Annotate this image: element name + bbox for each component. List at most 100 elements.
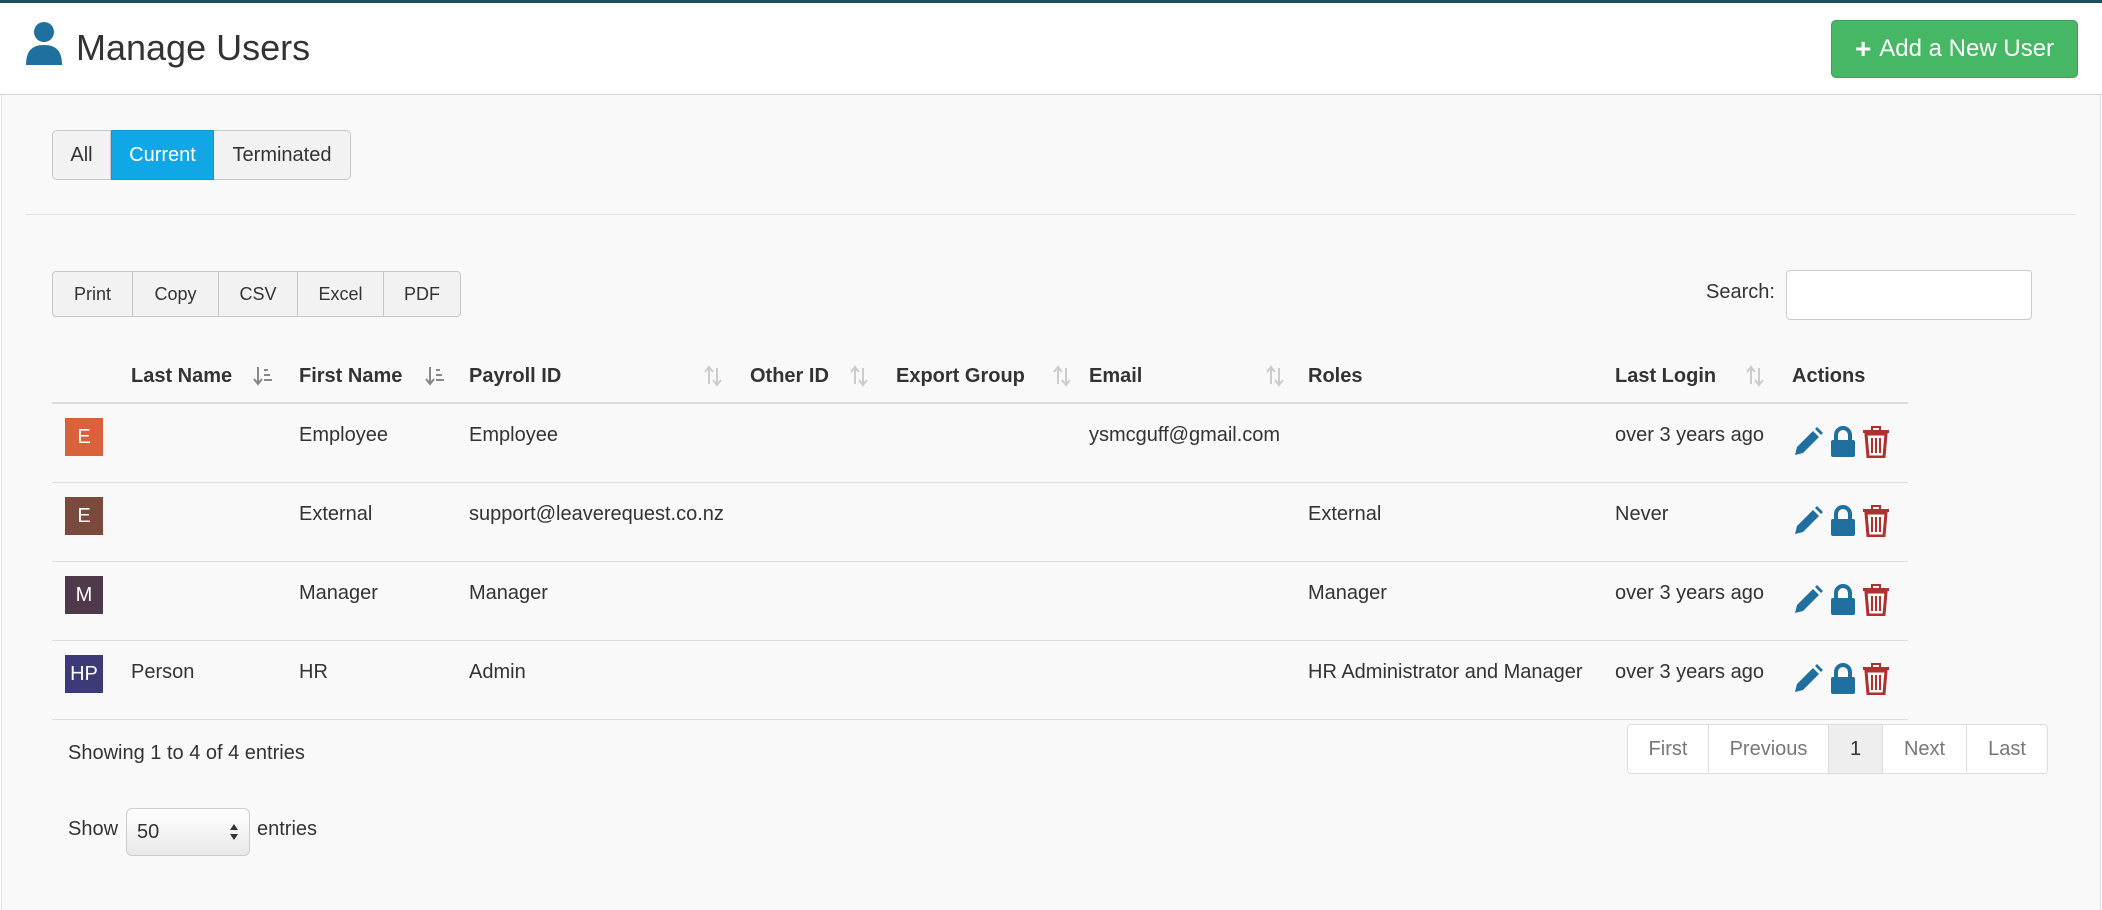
last-name-cell: [131, 562, 299, 582]
column-header-payroll-id[interactable]: Payroll ID: [469, 350, 750, 404]
trash-icon[interactable]: [1862, 663, 1890, 695]
roles-cell: External: [1308, 503, 1382, 525]
column-header-other-id[interactable]: Other ID: [750, 350, 896, 404]
plus-icon: +: [1854, 33, 1872, 64]
last-name-cell: Person: [131, 661, 195, 683]
excel-button[interactable]: Excel: [298, 271, 384, 317]
pagination-page-1[interactable]: 1: [1829, 724, 1883, 774]
print-button[interactable]: Print: [52, 271, 133, 317]
column-header-label: Actions: [1792, 364, 1866, 387]
column-header-label: Last Login: [1615, 364, 1717, 387]
export-group-cell: [896, 404, 1089, 424]
email-cell: [1089, 641, 1308, 661]
edit-pencil-icon[interactable]: [1792, 505, 1824, 537]
first-name-cell: Employee: [299, 424, 388, 446]
trash-icon[interactable]: [1862, 505, 1890, 537]
lock-icon[interactable]: [1830, 584, 1856, 616]
avatar: E: [65, 418, 103, 456]
avatar: E: [65, 497, 103, 535]
column-header-label: Other ID: [750, 364, 829, 387]
pagination-last[interactable]: Last: [1967, 724, 2048, 774]
entries-label: entries: [257, 818, 318, 840]
select-arrows-icon: [230, 824, 238, 840]
sort-ascending-icon: [425, 367, 444, 386]
roles-cell: HR Administrator and Manager: [1308, 661, 1583, 683]
export-group-cell: [896, 483, 1089, 503]
column-header-label: Payroll ID: [469, 364, 562, 387]
email-cell: [1089, 483, 1308, 503]
lock-icon[interactable]: [1830, 663, 1856, 695]
copy-button[interactable]: Copy: [133, 271, 219, 317]
status-filter-group: All Current Terminated: [52, 130, 351, 180]
table-row: E Employee Employee ysmcguff@gmail.com o…: [52, 403, 1908, 483]
pagination-next[interactable]: Next: [1883, 724, 1967, 774]
payroll-id-cell: support@leaverequest.co.nz: [469, 503, 724, 525]
add-new-user-button[interactable]: + Add a New User: [1831, 20, 2078, 78]
page-header: Manage Users + Add a New User: [0, 3, 2102, 95]
column-header-avatar: [52, 350, 131, 404]
page-title: Manage Users: [76, 27, 311, 68]
email-cell: ysmcguff@gmail.com: [1089, 424, 1281, 446]
pdf-button[interactable]: PDF: [384, 271, 461, 317]
trash-icon[interactable]: [1862, 584, 1890, 616]
trash-icon[interactable]: [1862, 426, 1890, 458]
column-header-label: Roles: [1308, 364, 1363, 387]
row-actions: [1792, 404, 1908, 458]
avatar: HP: [65, 655, 103, 693]
pagination-previous[interactable]: Previous: [1709, 724, 1829, 774]
sort-both-icon: [1053, 365, 1071, 387]
filter-terminated-button[interactable]: Terminated: [214, 130, 351, 180]
column-header-first-name[interactable]: First Name: [299, 350, 469, 404]
last-name-cell: [131, 483, 299, 503]
sort-both-icon: [704, 365, 722, 387]
export-group-cell: [896, 641, 1089, 661]
column-header-label: Email: [1089, 364, 1143, 387]
edit-pencil-icon[interactable]: [1792, 663, 1824, 695]
table-info-text: Showing 1 to 4 of 4 entries: [68, 742, 305, 764]
column-header-export-group[interactable]: Export Group: [896, 350, 1089, 404]
column-header-label: First Name: [299, 364, 403, 387]
payroll-id-cell: Employee: [469, 424, 558, 446]
search-input[interactable]: [1786, 270, 2032, 320]
last-login-cell: over 3 years ago: [1615, 582, 1764, 604]
roles-cell: [1308, 404, 1615, 424]
users-table: Last Name First Name Payroll ID Other ID…: [52, 350, 1908, 720]
first-name-cell: Manager: [299, 582, 378, 604]
last-login-cell: over 3 years ago: [1615, 424, 1764, 446]
lock-icon[interactable]: [1830, 426, 1856, 458]
filter-all-button[interactable]: All: [52, 130, 111, 180]
export-buttons: Print Copy CSV Excel PDF: [52, 271, 461, 317]
sort-both-icon: [1746, 365, 1764, 387]
edit-pencil-icon[interactable]: [1792, 584, 1824, 616]
row-actions: [1792, 641, 1908, 695]
lock-icon[interactable]: [1830, 505, 1856, 537]
first-name-cell: HR: [299, 661, 328, 683]
edit-pencil-icon[interactable]: [1792, 426, 1824, 458]
column-header-label: Last Name: [131, 364, 233, 387]
column-header-last-login[interactable]: Last Login: [1615, 350, 1792, 404]
column-header-last-name[interactable]: Last Name: [131, 350, 299, 404]
table-row: HP Person HR Admin HR Administrator and …: [52, 640, 1908, 720]
sort-both-icon: [850, 365, 868, 387]
row-actions: [1792, 483, 1908, 537]
filter-current-button[interactable]: Current: [111, 130, 214, 180]
table-header-row: Last Name First Name Payroll ID Other ID…: [52, 350, 1908, 404]
other-id-cell: [750, 641, 896, 661]
last-login-cell: Never: [1615, 503, 1669, 525]
table-row: M Manager Manager Manager over 3 years a…: [52, 561, 1908, 641]
csv-button[interactable]: CSV: [219, 271, 298, 317]
entries-select-value: 50: [137, 820, 160, 843]
export-group-cell: [896, 562, 1089, 582]
pagination-first[interactable]: First: [1627, 724, 1709, 774]
column-header-actions: Actions: [1792, 350, 1908, 404]
payroll-id-cell: Admin: [469, 661, 526, 683]
row-actions: [1792, 562, 1908, 616]
show-label: Show: [68, 818, 119, 840]
column-header-label: Export Group: [896, 364, 1025, 387]
avatar: M: [65, 576, 103, 614]
column-header-email[interactable]: Email: [1089, 350, 1308, 404]
search-label: Search:: [1706, 281, 1775, 303]
other-id-cell: [750, 562, 896, 582]
entries-per-page-select[interactable]: 50: [126, 808, 250, 856]
sort-ascending-icon: [253, 367, 272, 386]
